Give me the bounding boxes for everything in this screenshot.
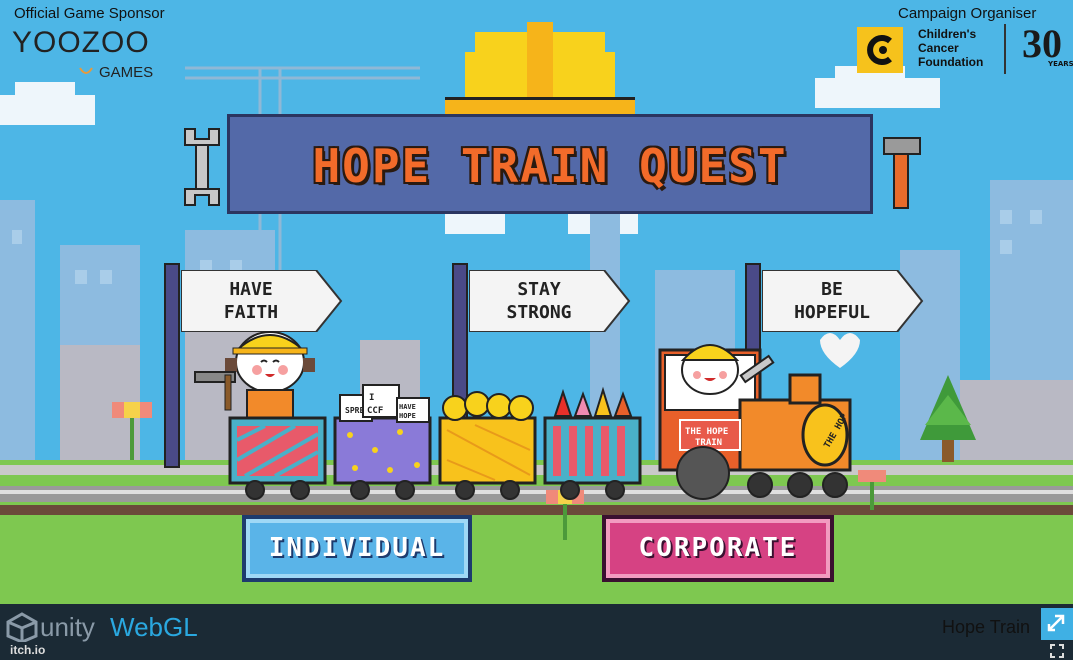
hope-train: SPRE I CCF HAVE HOPE THE HOPE TRAIN THE … — [194, 331, 860, 500]
game-name-label: Hope Train — [942, 617, 1031, 637]
organiser-label: Campaign Organiser — [898, 5, 1037, 22]
girl-character — [194, 331, 315, 419]
title-board: HOPE TRAIN QUEST — [227, 114, 873, 214]
logo-divider — [1004, 24, 1006, 74]
svg-text:CCF: CCF — [367, 406, 383, 416]
hardhat-icon — [445, 22, 635, 117]
ccf-name: Children's Cancer Foundation — [918, 27, 984, 69]
yoozoo-games-text: GAMES — [99, 64, 154, 81]
svg-text:HAVE: HAVE — [399, 403, 416, 411]
svg-text:I: I — [369, 393, 374, 403]
svg-text:HOPE: HOPE — [399, 412, 416, 420]
game-title: HOPE TRAIN QUEST — [312, 139, 788, 193]
yoozoo-games-icon — [79, 67, 93, 74]
sign-post-1 — [164, 263, 180, 468]
expand-icon[interactable] — [1050, 644, 1064, 658]
wrench-icon — [184, 128, 220, 206]
sponsor-label: Official Game Sponsor — [14, 5, 165, 22]
game-canvas[interactable]: Official Game Sponsor YOOZOO GAMES Campa… — [0, 0, 1073, 604]
hammer-icon — [883, 137, 921, 209]
corporate-button[interactable]: CORPORATE — [602, 515, 834, 582]
anniversary-years: YEARS — [1048, 60, 1073, 68]
svg-text:SPRE: SPRE — [345, 406, 364, 415]
svg-text:THE HOPE: THE HOPE — [685, 427, 728, 437]
fullscreen-button[interactable] — [1041, 608, 1073, 640]
itch-link[interactable]: itch.io — [10, 643, 45, 657]
unity-label: unity — [40, 612, 95, 642]
yoozoo-logo-text: YOOZOO — [12, 26, 150, 59]
unity-logo-icon — [6, 612, 38, 642]
webgl-label: WebGL — [110, 612, 198, 642]
ccf-logo-icon — [857, 27, 903, 73]
individual-button[interactable]: INDIVIDUAL — [242, 515, 472, 582]
fullscreen-icon — [1047, 614, 1065, 632]
